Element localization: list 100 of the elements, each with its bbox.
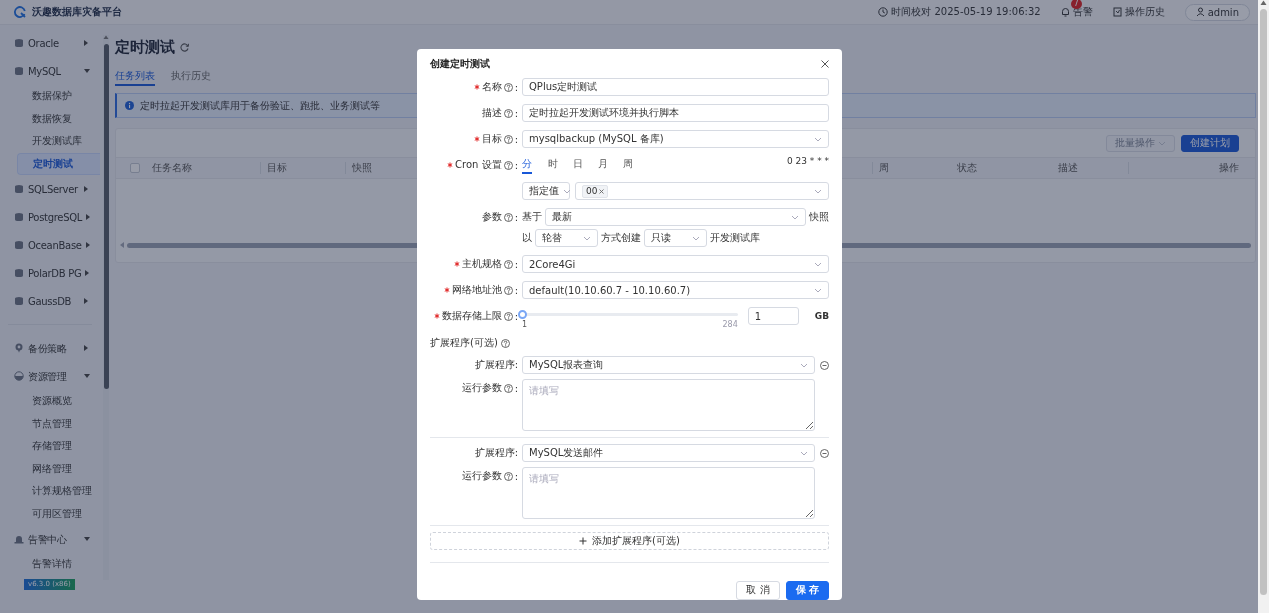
menu-item[interactable]: GaussDB [28,294,80,308]
label-colon: : [514,382,518,394]
menu-item[interactable]: 告警中心 [28,532,80,546]
menu-item[interactable]: 备份策略 [28,341,80,355]
chevron-down-icon [791,214,799,220]
select-field[interactable]: 最新 [545,208,806,227]
field-label: 运行参数 [461,469,502,484]
close-icon[interactable] [821,59,829,68]
submenu-item[interactable]: 资源概览 [0,390,100,413]
menu-item[interactable]: 资源管理 [28,369,80,383]
bell-icon [1060,7,1070,17]
chevron-down-icon [800,450,808,456]
database-icon [14,296,24,306]
column-header: 描述 [1056,162,1079,174]
column-header: 状态 [955,162,978,174]
database-icon [14,240,24,250]
dialog-title: 创建定时测试 [430,56,490,71]
cancel-button[interactable]: 取 消 [736,581,780,600]
text-area[interactable]: 请填写 [522,467,815,520]
database-icon [14,212,24,222]
database-icon [14,66,24,76]
pin-icon [14,343,24,353]
text-area[interactable]: 请填写 [522,379,815,432]
chevron-down-icon [1158,140,1166,146]
database-icon [14,38,24,48]
submenu-item[interactable]: 计算规格管理 [0,480,100,503]
menu-item[interactable]: MySQL [28,64,80,78]
submenu-item[interactable]: 数据保护 [0,85,100,108]
user-menu[interactable]: admin [1184,3,1250,21]
tab[interactable]: 分 [522,156,532,175]
menu-item[interactable]: SQLServer [28,182,80,196]
scroll-left-icon [120,242,124,248]
field-label: 扩展程序: [474,358,518,373]
tab[interactable]: 执行历史 [171,68,211,86]
select-field[interactable]: MySQL报表查询 [522,356,815,375]
number-field[interactable]: 1 [747,307,799,326]
submenu-item[interactable]: 数据恢复 [0,107,100,130]
page-title: 定时测试 [115,37,175,57]
inline-text: 基于 [522,210,542,225]
field-label: 目标 [481,132,502,147]
plus-icon [579,537,588,546]
document-icon [1112,7,1122,17]
save-button[interactable]: 保 存 [785,581,829,600]
column-header: 周 [872,162,926,174]
minus-circle-icon[interactable] [820,360,829,370]
clock-text: 时间校对 2025-05-19 19:06:32 [891,5,1041,19]
submenu-item[interactable]: 告警详情 [0,553,100,576]
select-field[interactable]: 轮替 [535,229,598,248]
select-field[interactable]: MySQL发送邮件 [522,444,815,463]
clock-icon [878,7,889,17]
history-link[interactable]: 操作历史 [1124,5,1165,19]
text-field[interactable]: 定时拉起开发测试环境并执行脚本 [522,104,829,123]
select-field[interactable]: 指定值 [522,182,570,201]
label-colon: : [514,81,518,93]
slider-min: 1 [522,320,528,330]
submenu-item[interactable]: 定时测试 [17,152,100,175]
select-field[interactable]: default(10.10.60.7 - 10.10.60.7) [522,281,829,300]
select-field[interactable]: mysqlbackup (MySQL 备库) [522,130,829,149]
field-label: 数据存储上限 [441,309,502,324]
menu-item[interactable]: Oracle [28,36,80,50]
notice-text: 定时拉起开发测试库用于备份验证、跑批、业务测试等 [140,98,380,113]
menu-item[interactable]: OceanBase [28,238,82,252]
select-field[interactable]: 只读 [644,229,707,248]
submenu-item[interactable]: 可用区管理 [0,502,100,525]
create-button[interactable]: 创建计划 [1181,134,1239,152]
text-field[interactable]: QPlus定时测试 [522,78,829,97]
unit-label: GB [814,310,829,324]
section-title: 扩展程序(可选) [430,336,498,351]
slider-thumb[interactable] [518,310,527,320]
field-label: 网络地址池 [451,283,502,298]
menu-item[interactable]: PolarDB PG [28,266,82,280]
inline-text: 开发测试库 [710,231,760,246]
submenu-item[interactable]: 网络管理 [0,457,100,480]
refresh-icon[interactable] [180,42,189,52]
value-tag[interactable]: 00 [582,184,609,198]
label-colon: : [514,284,518,296]
submenu-item[interactable]: 开发测试库 [0,130,100,153]
scrollbar[interactable] [103,35,109,580]
select-field[interactable]: 2Core4Gi [522,255,829,274]
label-colon: : [514,133,518,145]
scrollbar[interactable] [1258,0,1269,613]
submenu-item[interactable]: 节点管理 [0,412,100,435]
field-label: 主机规格 [461,257,502,272]
submenu-item[interactable]: 存储管理 [0,435,100,458]
field-label: 参数 [481,210,502,225]
minus-circle-icon[interactable] [820,448,829,458]
multi-select-field[interactable]: 00 [575,182,829,201]
menu-item[interactable]: PostgreSQL [28,210,83,224]
siren-icon [14,534,24,544]
label-colon: : [514,470,518,482]
checkbox[interactable] [130,163,140,173]
user-icon [1195,7,1205,17]
add-button[interactable]: 添加扩展程序(可选) [430,532,829,551]
app-title: 沃趣数据库灾备平台 [32,5,122,19]
info-icon [125,101,134,110]
help-icon [503,383,513,393]
field-label: 名称 [481,80,502,95]
remove-icon[interactable] [599,188,605,194]
label-colon: : [514,211,518,223]
tab[interactable]: 任务列表 [115,68,155,86]
